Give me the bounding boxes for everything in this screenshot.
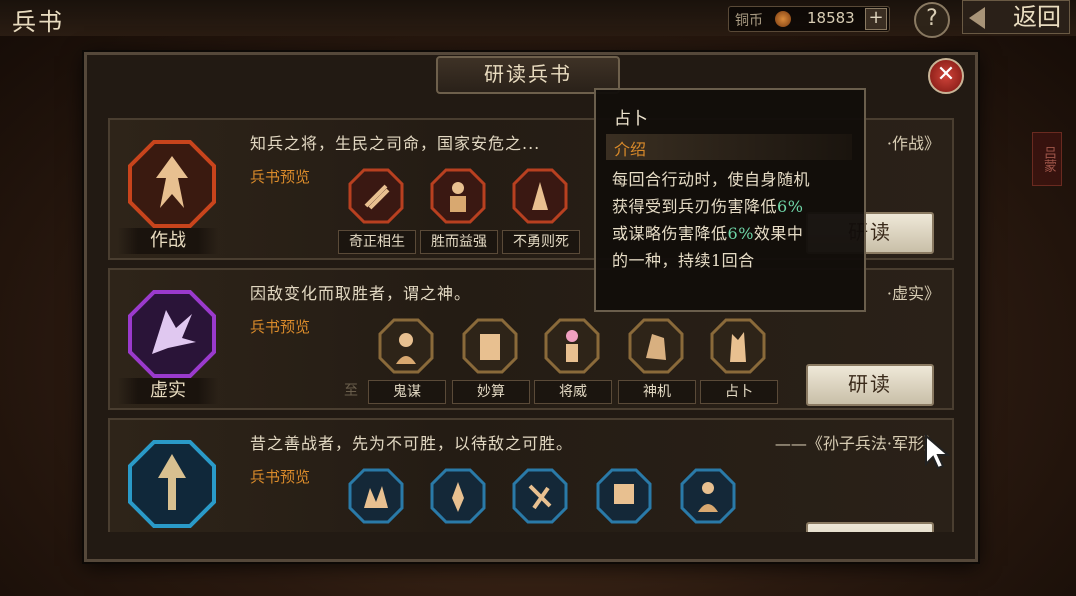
book-badge-icon: [128, 440, 216, 528]
study-button[interactable]: 研读: [806, 364, 934, 406]
general-name-tag: 吕蒙: [1032, 132, 1062, 186]
skill-name: 将威: [534, 380, 612, 404]
skill-icon-shengeryi[interactable]: [430, 168, 486, 224]
page-title: 兵书: [12, 8, 64, 36]
book-quote-source: ·虚实》: [886, 284, 940, 303]
book-name: 作战: [118, 228, 218, 254]
tooltip-line: 的一种，持续1回合: [612, 251, 755, 270]
skill-name: 鬼谋: [368, 380, 446, 404]
skill-name: 胜而益强: [420, 230, 498, 254]
skill-icon-jiangwei[interactable]: [544, 318, 600, 374]
copper-coin-icon: [775, 11, 791, 27]
tooltip-line: 或谋略伤害降低6%效果中: [612, 224, 804, 243]
add-coin-button[interactable]: +: [865, 8, 887, 30]
back-button[interactable]: 返回: [962, 0, 1070, 34]
tooltip-section-header: 介绍: [606, 134, 852, 160]
book-name: 虚实: [118, 378, 218, 404]
skill-icon[interactable]: [596, 468, 652, 524]
skill-name: 神机: [618, 380, 696, 404]
preview-label: 兵书预览: [250, 468, 311, 486]
skill-name: 占卜: [700, 380, 778, 404]
skill-icon-zhanbu[interactable]: [710, 318, 766, 374]
back-arrow-icon: [969, 7, 985, 29]
preview-label: 兵书预览: [250, 318, 311, 336]
skill-icon[interactable]: [680, 468, 736, 524]
skill-name: 妙算: [452, 380, 530, 404]
back-label: 返回: [1013, 3, 1061, 31]
skill-icon[interactable]: [512, 468, 568, 524]
help-button[interactable]: ?: [914, 2, 950, 38]
book-badge-icon: [128, 140, 216, 228]
coin-value: 18583: [807, 9, 855, 27]
skill-icon-buyongzesi[interactable]: [512, 168, 568, 224]
tooltip-line: 获得受到兵刃伤害降低6%: [612, 197, 804, 216]
mouse-cursor-icon: [925, 434, 950, 470]
book-quote-source: ——《孙子兵法·军形》: [774, 434, 940, 453]
book-quote-source: ·作战》: [886, 134, 940, 153]
skill-name: 奇正相生: [338, 230, 416, 254]
skill-icon-miaosuan[interactable]: [462, 318, 518, 374]
coin-counter: 铜币 18583 +: [728, 6, 890, 32]
tooltip-line: 每回合行动时，使自身随机: [612, 170, 811, 189]
skill-icon[interactable]: [430, 468, 486, 524]
dialog-title: 研读兵书: [436, 56, 620, 94]
skill-icon-shenji[interactable]: [628, 318, 684, 374]
book-quote: 昔之善战者，先为不可胜，以待敌之可胜。: [250, 434, 574, 453]
book-badge-icon: [128, 290, 216, 378]
coin-label: 铜币: [735, 13, 763, 29]
book-row-junxing: 昔之善战者，先为不可胜，以待敌之可胜。 ——《孙子兵法·军形》 兵书预览 研读: [108, 418, 954, 532]
preview-label: 兵书预览: [250, 168, 311, 186]
tooltip-title: 占卜: [614, 109, 648, 129]
book-quote: 因敌变化而取胜者，谓之神。: [250, 284, 472, 303]
tooltip-section-label: 介绍: [614, 140, 647, 159]
skill-name: 不勇则死: [502, 230, 580, 254]
partial-skill-label: 至: [344, 383, 358, 399]
skill-icon-guimou[interactable]: [378, 318, 434, 374]
skill-tooltip: 占卜 介绍 每回合行动时，使自身随机 获得受到兵刃伤害降低6% 或谋略伤害降低6…: [594, 88, 866, 312]
close-button[interactable]: ✕: [928, 58, 964, 94]
book-quote: 知兵之将，生民之司命，国家安危之...: [250, 134, 541, 153]
skill-icon-qizheng[interactable]: [348, 168, 404, 224]
study-button[interactable]: 研读: [806, 522, 934, 532]
skill-icon[interactable]: [348, 468, 404, 524]
